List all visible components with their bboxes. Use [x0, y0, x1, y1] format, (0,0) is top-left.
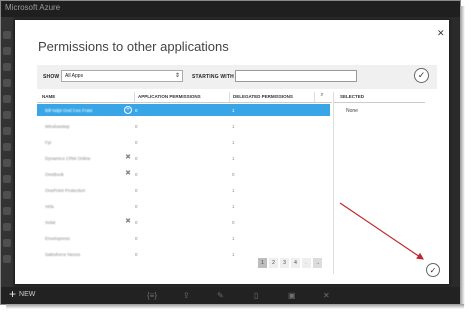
red-arrow-line — [339, 202, 424, 260]
annotation-arrow — [339, 202, 424, 260]
